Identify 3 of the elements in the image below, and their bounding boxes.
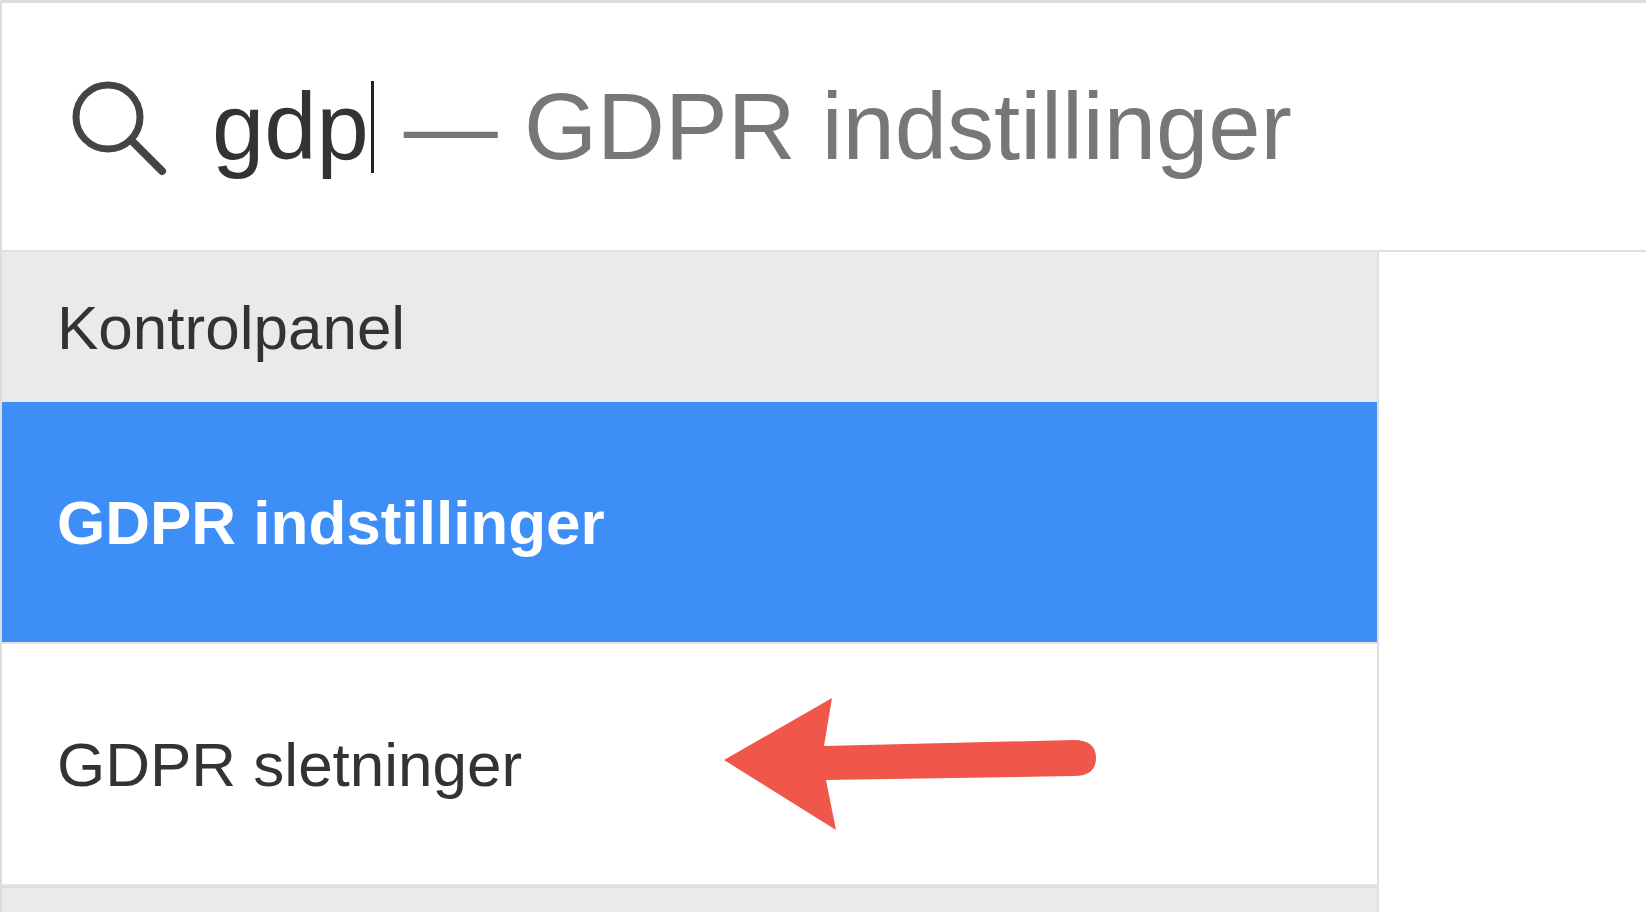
autocomplete-hint: — GDPR indstillinger <box>403 72 1292 181</box>
search-text: gdp <box>212 72 369 181</box>
group-header: Kontrolpanel <box>2 252 1377 402</box>
